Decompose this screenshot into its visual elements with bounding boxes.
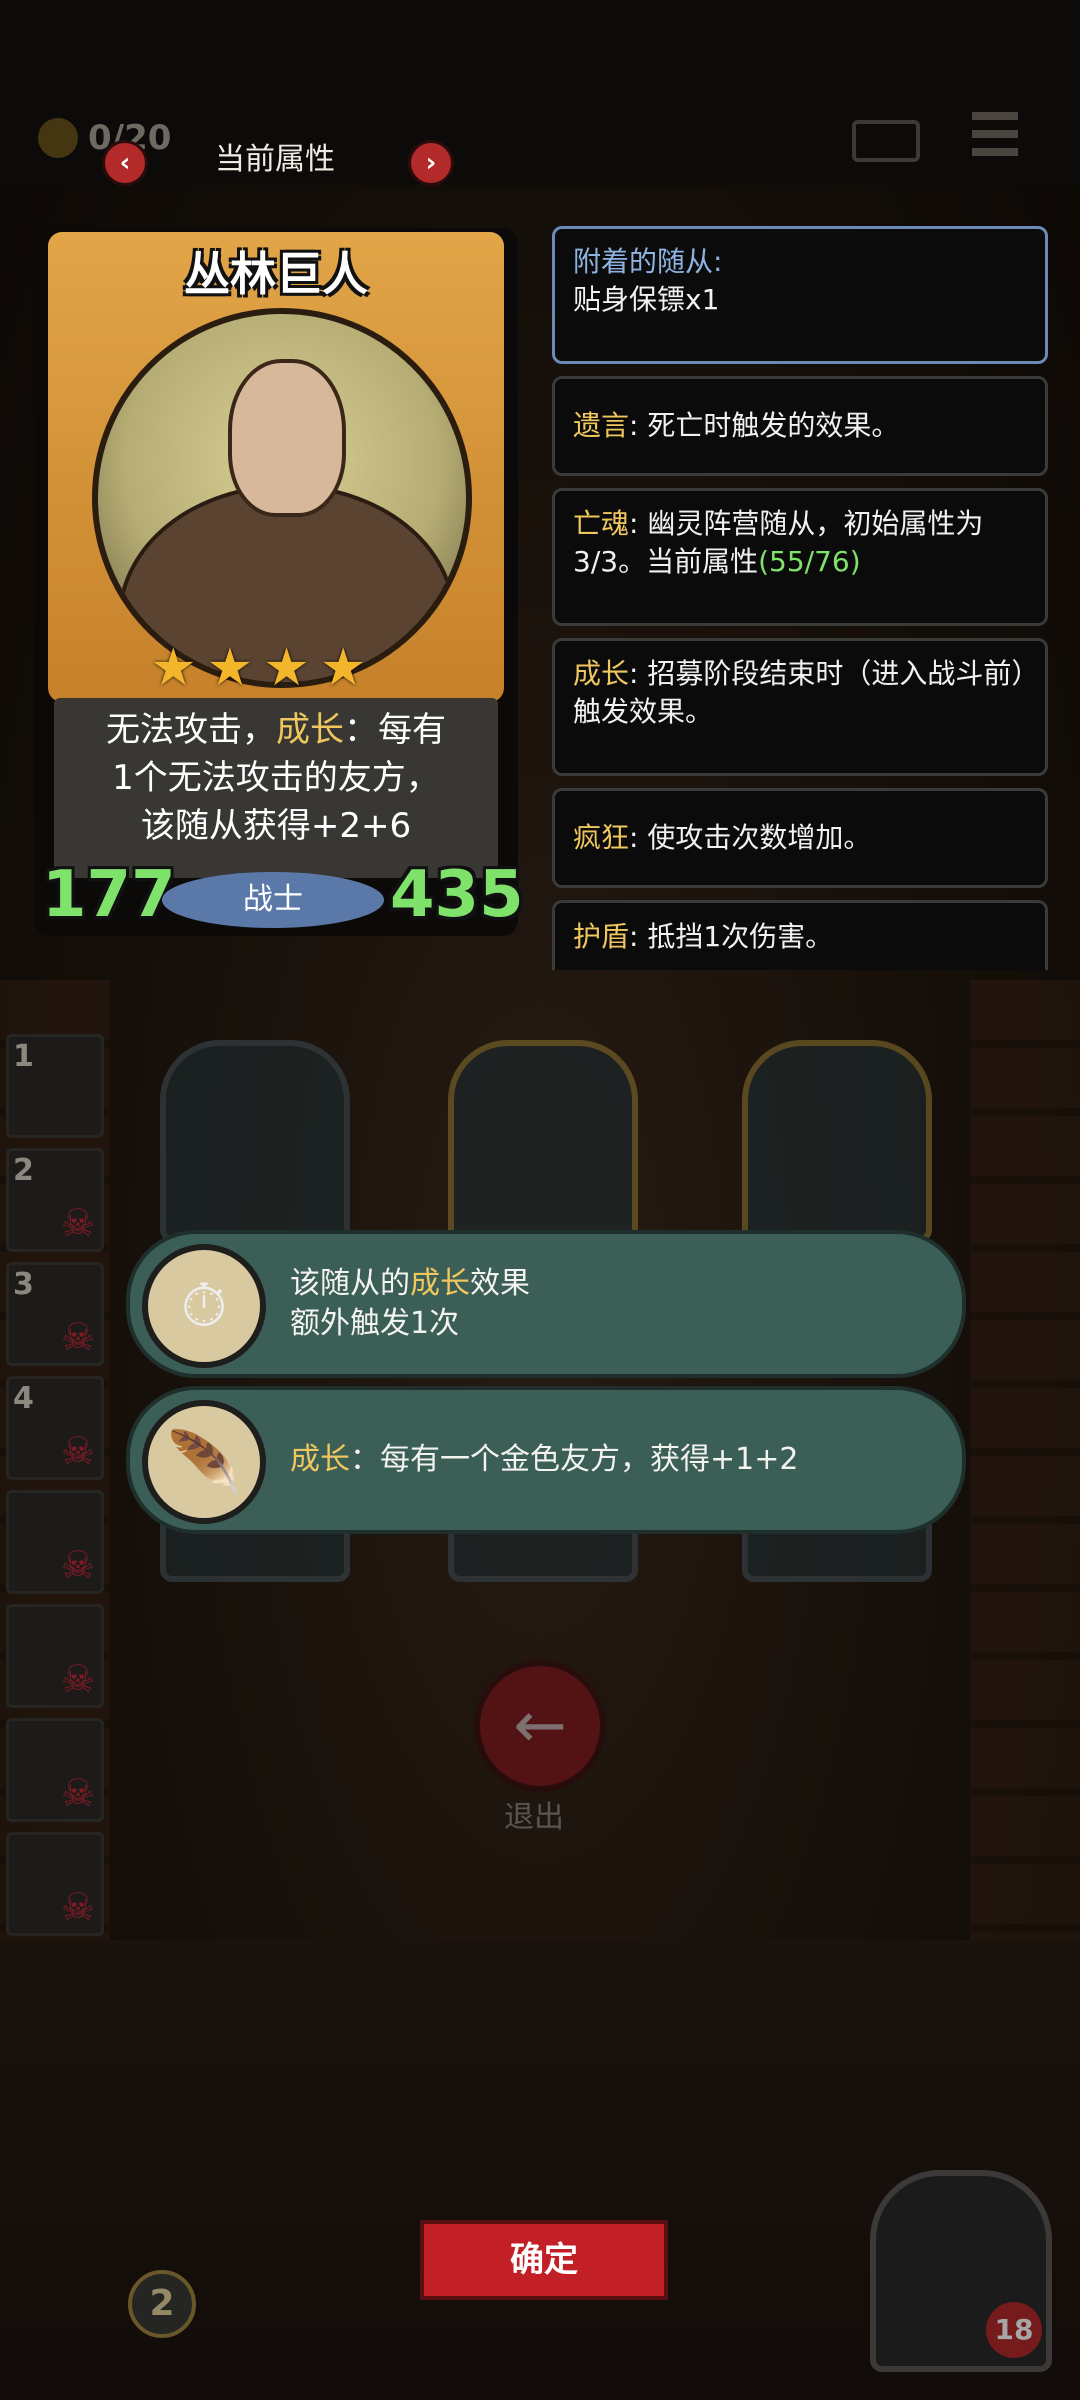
- next-arrow-button[interactable]: ›: [408, 140, 454, 186]
- star-icon: ★: [263, 638, 310, 698]
- ghost-stats: (55/76): [758, 545, 861, 578]
- desc-text: 无法攻击，: [106, 710, 276, 750]
- bonus-line: 效果: [470, 1266, 530, 1301]
- bonus-banner-1[interactable]: ⏱ 该随从的成长效果 额外触发1次: [126, 1230, 966, 1378]
- giant-head: [228, 359, 346, 517]
- attached-title: 附着的随从:: [573, 245, 723, 278]
- star-icon: ★: [206, 638, 254, 698]
- chevron-right-icon: ›: [425, 148, 437, 178]
- desc-text: 1个无法攻击的友方，: [112, 758, 440, 798]
- card-name: 丛林巨人: [184, 247, 368, 301]
- bonus-line: ：每有一个金色友方，获得+1+2: [350, 1442, 799, 1477]
- keyword-frenzy: 疯狂: 使攻击次数增加。: [552, 788, 1048, 888]
- bonus-keyword: 成长: [290, 1442, 350, 1477]
- keyword-desc: : 招募阶段结束时（进入战斗前）触发效果。: [573, 657, 1026, 728]
- card-description: 无法攻击，成长：每有 1个无法攻击的友方， 该随从获得+2+6: [54, 706, 498, 850]
- keyword-desc: : 抵挡1次伤害。: [629, 919, 834, 953]
- bonus-text: 该随从的成长效果 额外触发1次: [290, 1234, 530, 1374]
- keyword-name: 疯狂: [573, 821, 630, 854]
- stopwatch-icon: ⏱: [142, 1244, 266, 1368]
- bonus-banner-2[interactable]: 🪶 成长：每有一个金色友方，获得+1+2: [126, 1386, 966, 1534]
- attack-stat: 177: [42, 858, 176, 932]
- desc-keyword: 成长: [276, 710, 344, 750]
- bonus-keyword: 成长: [410, 1266, 470, 1301]
- keyword-shield: 护盾: 抵挡1次伤害。: [552, 900, 1048, 970]
- star-rating: ★ ★ ★ ★: [150, 638, 410, 698]
- minion-card: 丛林巨人 ★ ★ ★ ★ 无法攻击，成长：每有 1个无法攻击的友方， 该随从获得…: [34, 228, 524, 936]
- keyword-deathrattle: 遗言: 死亡时触发的效果。: [552, 376, 1048, 476]
- desc-text: 该随从获得+2+6: [140, 806, 412, 846]
- bonus-text: 成长：每有一个金色友方，获得+1+2: [290, 1390, 798, 1530]
- tribe-label: 战士: [162, 872, 384, 928]
- coin-icon: [38, 118, 78, 158]
- card-description-box: 无法攻击，成长：每有 1个无法攻击的友方， 该随从获得+2+6: [54, 698, 498, 878]
- golden-feather-icon: 🪶: [142, 1400, 266, 1524]
- keyword-name: 成长: [573, 657, 630, 690]
- bonus-line: 额外触发1次: [290, 1306, 460, 1341]
- star-icon: ★: [319, 638, 367, 698]
- keyword-name: 亡魂: [573, 507, 630, 540]
- desc-text: ：每有: [344, 710, 446, 750]
- attached-minions-panel: 附着的随从: 贴身保镖x1: [552, 226, 1048, 364]
- health-stat: 435: [390, 858, 524, 932]
- keyword-desc: : 使攻击次数增加。: [629, 821, 872, 854]
- chevron-left-icon: ‹: [119, 148, 131, 178]
- attached-value: 贴身保镖x1: [573, 283, 720, 316]
- page-title: 当前属性: [215, 142, 335, 177]
- keyword-ghost: 亡魂: 幽灵阵营随从，初始属性为3/3。当前属性(55/76): [552, 488, 1048, 626]
- battery-icon: [852, 120, 920, 162]
- star-icon: ★: [150, 638, 197, 698]
- keyword-name: 遗言: [573, 409, 630, 442]
- keyword-growth: 成长: 招募阶段结束时（进入战斗前）触发效果。: [552, 638, 1048, 776]
- keyword-desc: : 死亡时触发的效果。: [629, 409, 900, 442]
- minion-portrait: [92, 308, 472, 688]
- keyword-name: 护盾: [573, 919, 630, 953]
- menu-icon[interactable]: [972, 112, 1018, 156]
- bonus-line: 该随从的: [290, 1266, 410, 1301]
- prev-arrow-button[interactable]: ‹: [102, 140, 148, 186]
- confirm-button[interactable]: 确定: [420, 2220, 668, 2300]
